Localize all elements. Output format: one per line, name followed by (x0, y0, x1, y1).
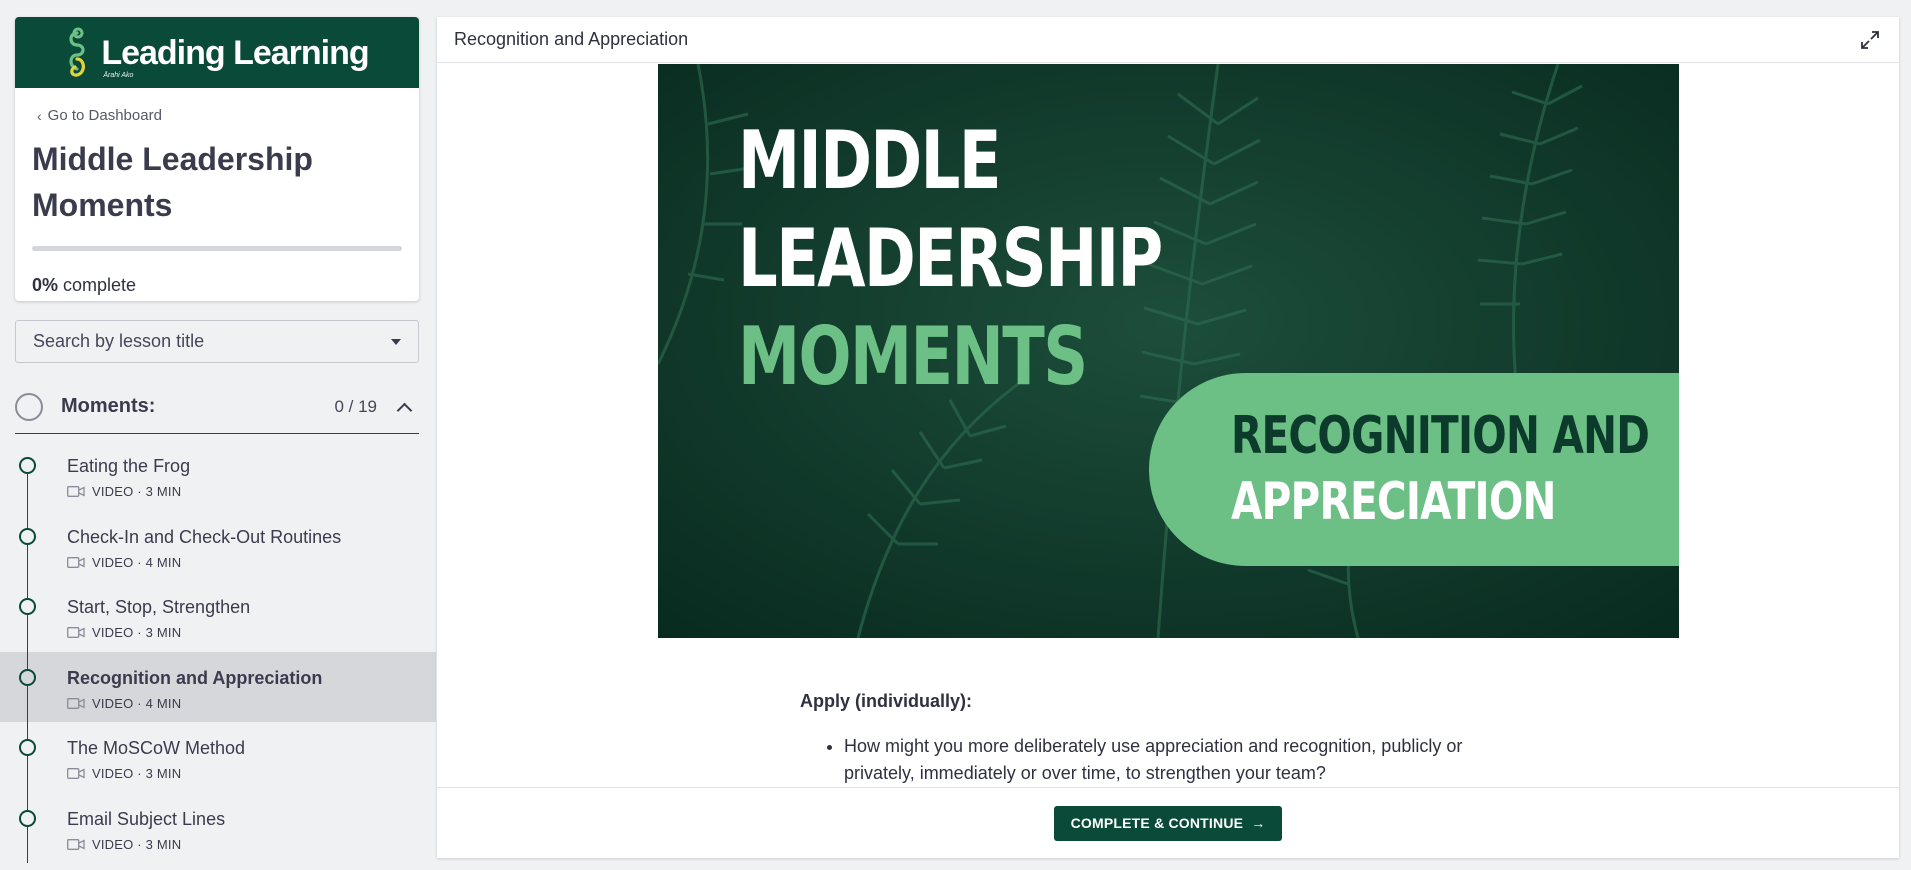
complete-and-continue-button[interactable]: COMPLETE & CONTINUE → (1053, 805, 1283, 841)
video-camera-icon (67, 627, 85, 638)
lesson-hero-image: MIDDLE LEADERSHIP MOMENTS RECOGNITION AN… (658, 64, 1679, 638)
progress-label: 0% complete (32, 275, 136, 296)
lesson-status-circle-icon (19, 809, 36, 827)
video-camera-icon (67, 768, 85, 779)
lesson-meta: VIDEO · 4 MIN (67, 555, 181, 570)
progress-suffix: complete (58, 275, 137, 295)
lesson-search-select[interactable]: Search by lesson title (15, 320, 419, 363)
chevron-up-icon[interactable] (397, 400, 411, 414)
lesson-status-circle-icon (19, 527, 36, 545)
lesson-meta-text: VIDEO · 3 MIN (92, 836, 182, 852)
lesson-title: Eating the Frog (67, 456, 191, 476)
lesson-title: Start, Stop, Strengthen (67, 597, 251, 617)
lesson-item[interactable]: Recognition and Appreciation VIDEO · 4 MI… (0, 651, 436, 722)
lesson-item[interactable]: The MoSCoW Method VIDEO · 3 MIN (0, 722, 436, 793)
lesson-item[interactable]: Check-In and Check-Out Routines VIDEO · 4… (0, 510, 436, 581)
lesson-meta: VIDEO · 3 MIN (67, 625, 181, 640)
lesson-status-circle-icon (19, 739, 36, 756)
lesson-meta-text: VIDEO · 4 MIN (92, 554, 182, 570)
chapter-lesson-count: 0 / 19 (334, 396, 377, 416)
hero-line-3: MOMENTS (738, 310, 1088, 403)
koru-logo-icon (69, 27, 86, 77)
lesson-meta: VIDEO · 3 MIN (67, 766, 181, 781)
hero-topic-line-2: APPRECIATION (1231, 472, 1556, 532)
lesson-footer: COMPLETE & CONTINUE → (437, 787, 1899, 858)
course-sidebar: Leading Learning Ārahi Ako ‹ Go to Dashb… (0, 0, 436, 870)
complete-button-label: COMPLETE & CONTINUE (1070, 815, 1244, 831)
apply-heading: Apply (individually): (800, 691, 973, 711)
chapter-header[interactable]: Moments: 0 / 19 (15, 380, 419, 434)
lesson-meta-text: VIDEO · 4 MIN (92, 695, 182, 711)
lesson-meta: VIDEO · 3 MIN (67, 484, 181, 499)
hero-heading: MIDDLE LEADERSHIP MOMENTS (738, 112, 1163, 406)
course-card: Leading Learning Ārahi Ako ‹ Go to Dashb… (15, 17, 419, 301)
lesson-connector-line (27, 651, 28, 722)
brand-tagline: Ārahi Ako (103, 71, 134, 79)
lesson-connector-line (27, 581, 28, 652)
chapter-title: Moments: (61, 395, 156, 417)
brand-header: Leading Learning Ārahi Ako (15, 17, 419, 88)
lesson-meta-text: VIDEO · 3 MIN (92, 766, 182, 781)
course-title: Middle Leadership Moments (32, 141, 313, 223)
lesson-title: Check-In and Check-Out Routines (67, 526, 342, 547)
progress-percent: 0% (32, 275, 59, 295)
lesson-header-title: Recognition and Appreciation (454, 29, 689, 49)
lesson-search-placeholder: Search by lesson title (33, 331, 205, 351)
lesson-status-circle-icon (19, 668, 36, 686)
lesson-connector-line (27, 722, 28, 793)
brand-name: Leading Learning (101, 33, 369, 72)
caret-down-icon (391, 338, 401, 345)
lesson-text: Apply (individually): How might you more… (800, 691, 1520, 787)
lesson-header: Recognition and Appreciation (437, 17, 1899, 63)
lesson-title: The MoSCoW Method (67, 738, 246, 758)
expand-icon[interactable] (1859, 29, 1881, 51)
dashboard-link-label: Go to Dashboard (47, 107, 162, 124)
lesson-status-circle-icon (19, 457, 36, 474)
apply-list: How might you more deliberately use appr… (800, 733, 1520, 787)
hero-topic-pill: RECOGNITION AND APPRECIATION (1149, 373, 1679, 566)
course-progress-bar (32, 246, 402, 251)
hero-line-2: LEADERSHIP (738, 212, 1163, 305)
lesson-content-panel: Recognition and Appreciation MIDDLE LEAD… (437, 17, 1899, 858)
lesson-title: Email Subject Lines (67, 808, 226, 829)
video-camera-icon (67, 486, 85, 497)
lesson-status-circle-icon (19, 598, 36, 615)
lesson-item[interactable]: Eating the Frog VIDEO · 3 MIN (0, 440, 436, 511)
lesson-meta: VIDEO · 4 MIN (67, 696, 181, 711)
lesson-item[interactable]: Start, Stop, Strengthen VIDEO · 3 MIN (0, 581, 436, 652)
video-camera-icon (67, 697, 85, 709)
video-camera-icon (67, 838, 85, 850)
hero-line-1: MIDDLE (738, 114, 1001, 207)
brand-logo-text: Leading Learning Ārahi Ako (101, 33, 369, 79)
lesson-meta-text: VIDEO · 3 MIN (92, 625, 182, 640)
hero-topic-text: RECOGNITION AND APPRECIATION (1231, 403, 1650, 535)
lesson-item[interactable]: Email Subject Lines VIDEO · 3 MIN (0, 792, 436, 863)
go-to-dashboard-link[interactable]: ‹ Go to Dashboard (37, 107, 419, 124)
lesson-title: Recognition and Appreciation (67, 667, 323, 688)
hero-topic-line-1: RECOGNITION AND (1231, 406, 1650, 466)
video-camera-icon (67, 556, 85, 568)
lesson-list: Eating the Frog VIDEO · 3 MIN Check-In and… (0, 440, 436, 863)
apply-list-item: How might you more deliberately use appr… (844, 733, 1520, 787)
lesson-meta-text: VIDEO · 3 MIN (92, 484, 182, 499)
lesson-meta: VIDEO · 3 MIN (67, 837, 181, 852)
arrow-right-icon: → (1251, 815, 1266, 831)
lesson-connector-line (27, 510, 28, 581)
lesson-connector-line (27, 792, 28, 863)
chapter-progress-circle-icon (15, 392, 43, 421)
chevron-left-icon: ‹ (37, 107, 42, 124)
